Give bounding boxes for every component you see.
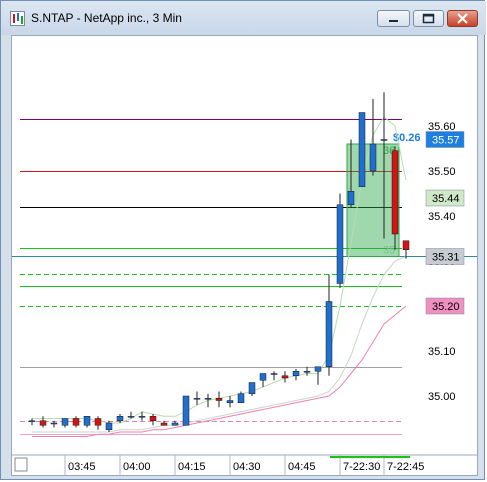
x-tick-label: 04:45	[288, 461, 316, 473]
candle-body	[369, 143, 377, 172]
price-badge-label: 35.57	[432, 135, 460, 147]
candle-body	[270, 373, 278, 375]
x-tick-label: 04:30	[233, 461, 261, 473]
candle-body	[402, 240, 410, 250]
y-tick-label: 35.00	[428, 391, 456, 403]
candle-body	[303, 371, 311, 373]
candle-body	[116, 416, 124, 421]
window-title: S.NTAP - NetApp inc., 3 Min	[31, 11, 182, 25]
candle-body	[325, 301, 333, 367]
candle-body	[72, 418, 80, 426]
candle-body	[215, 398, 223, 401]
x-tick-label: 7-22:30	[343, 461, 380, 473]
candle-body	[127, 416, 135, 418]
y-tick-label: 35.50	[428, 166, 456, 178]
y-tick-label: 35.40	[428, 211, 456, 223]
price-badge-label: 35.20	[432, 301, 460, 313]
candle-body	[358, 112, 366, 187]
candle-body	[105, 422, 113, 430]
chart-plot-area[interactable]: 36 35 $0.26 03:45 04:00 04:15 04:30 04:45 7-22:…	[11, 35, 478, 476]
axis-settings-icon	[14, 457, 28, 472]
candlestick-chart[interactable]: 3635$0.26 03:45 04:00 04:15 04:30 04:45 7-22:…	[12, 36, 477, 475]
candle-body	[248, 382, 256, 394]
candle-body	[61, 418, 69, 426]
candle-body	[149, 416, 157, 421]
candle-body	[259, 373, 267, 381]
title-bar[interactable]: S.NTAP - NetApp inc., 3 Min	[1, 1, 486, 35]
candle-body	[226, 400, 234, 403]
candle-body	[380, 139, 388, 141]
x-tick-label: 04:00	[123, 461, 151, 473]
candle-body	[182, 395, 190, 426]
candle-body	[347, 191, 355, 205]
candle-body	[193, 398, 201, 400]
candle-body	[28, 420, 36, 422]
y-tick-label: 35.10	[428, 346, 456, 358]
app-chart-icon	[10, 11, 25, 26]
candle-body	[292, 371, 300, 376]
candle-body	[314, 366, 322, 372]
price-badge-label: 35.31	[432, 252, 460, 264]
candle-body	[160, 422, 168, 426]
minimize-icon	[389, 20, 398, 22]
candle-body	[237, 393, 245, 403]
restore-icon	[422, 13, 435, 24]
candle-body	[39, 420, 47, 426]
y-tick-label: 35.60	[428, 121, 456, 133]
close-icon	[457, 13, 468, 24]
candle-body	[83, 416, 91, 426]
candle-body	[391, 150, 399, 235]
close-button[interactable]	[447, 10, 478, 27]
candle-body	[281, 375, 289, 379]
price-badge-label: 35.44	[432, 193, 460, 205]
trade-qty-bottom: 35	[383, 245, 395, 257]
restore-button[interactable]	[413, 10, 444, 27]
minimize-button[interactable]	[377, 10, 410, 27]
candle-body	[204, 398, 212, 400]
candle-body	[171, 422, 179, 426]
x-tick-label: 04:15	[178, 461, 206, 473]
candle-body	[94, 418, 102, 426]
session-marker	[330, 456, 410, 458]
x-tick-label: 7-22:45	[387, 461, 424, 473]
chart-window: S.NTAP - NetApp inc., 3 Min 3635$0.26	[0, 0, 486, 480]
candle-body	[138, 416, 146, 418]
candle-body	[50, 422, 58, 425]
x-tick-label: 03:45	[68, 461, 96, 473]
candle-body	[336, 204, 344, 284]
